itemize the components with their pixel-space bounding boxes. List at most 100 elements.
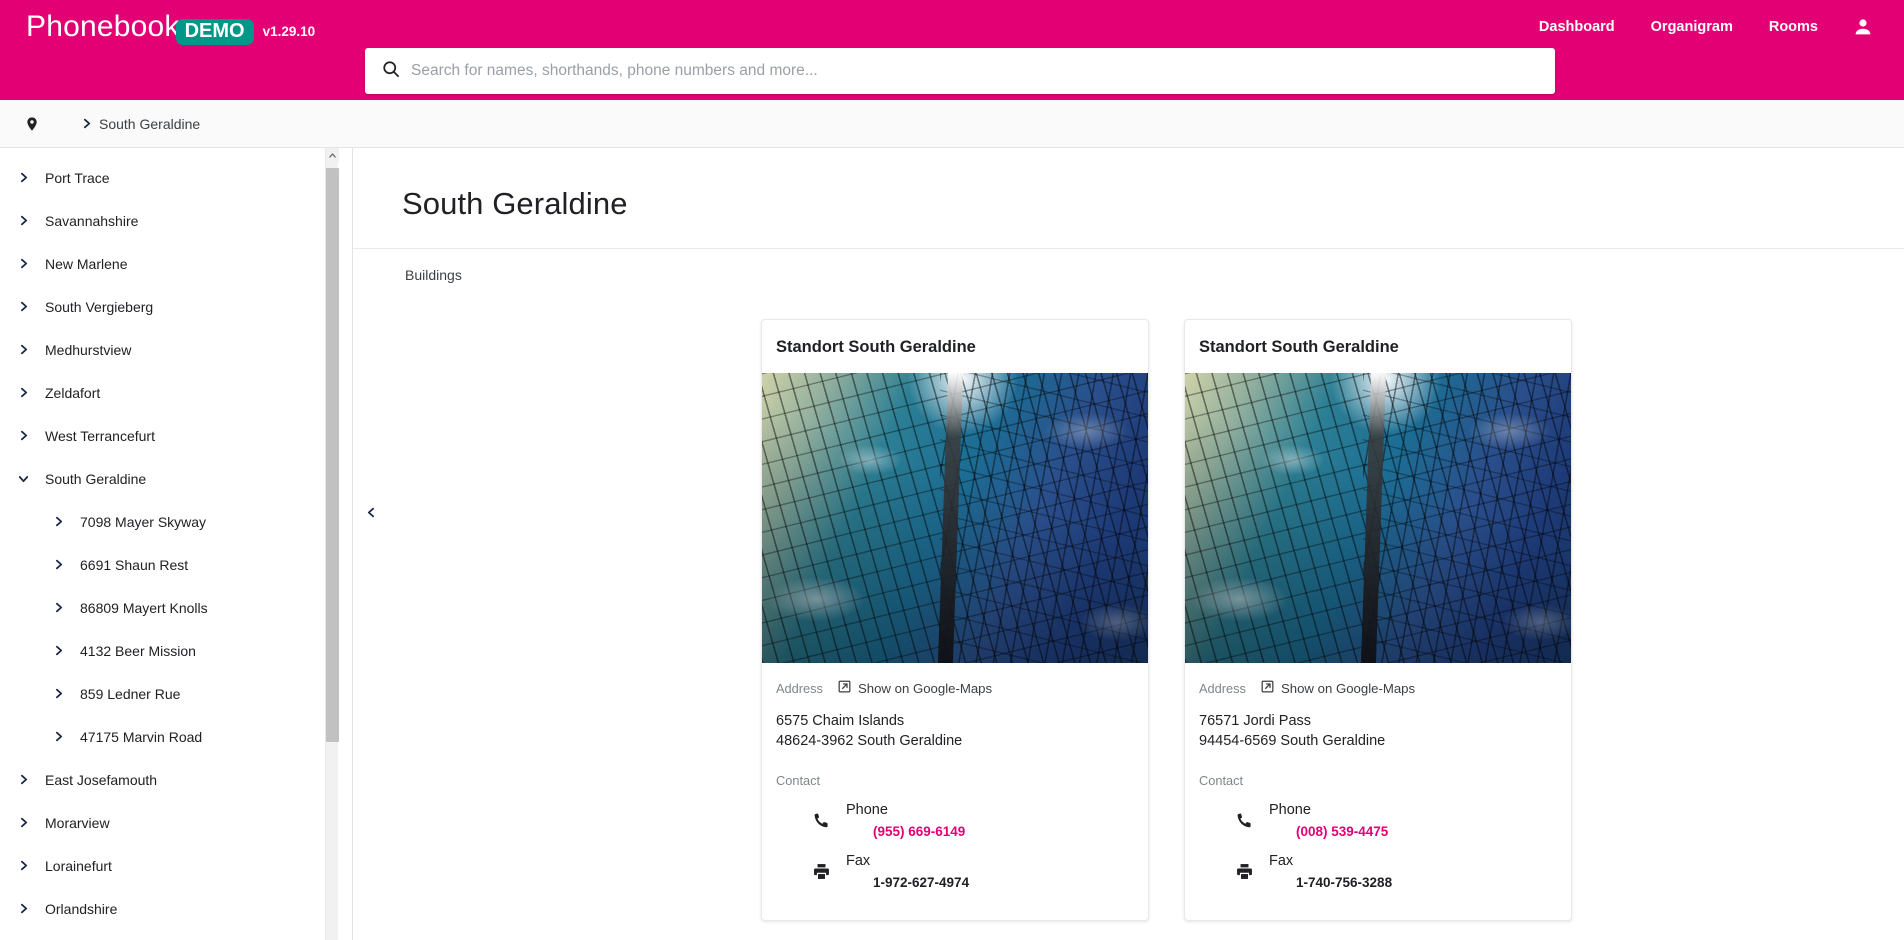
maps-link-label: Show on Google-Maps	[857, 680, 993, 696]
brand[interactable]: Phonebook DEMO v1.29.10	[26, 10, 316, 45]
tree-item[interactable]: Port Trace	[0, 156, 352, 199]
tree-item[interactable]: Savannahshire	[0, 199, 352, 242]
fax-label: Fax	[846, 853, 871, 869]
nav-item-rooms[interactable]: Rooms	[1751, 11, 1836, 43]
address-line-1: 6575 Chaim Islands	[776, 713, 905, 729]
building-card-body: Address Show on Google-Maps 6575 Chaim Isl…	[762, 663, 1148, 920]
chevron-left-icon	[365, 506, 378, 524]
search-icon	[381, 59, 401, 84]
phone-number[interactable]: (008) 539-4475	[1269, 824, 1388, 839]
tree-item[interactable]: South Vergieberg	[0, 285, 352, 328]
chevron-right-icon[interactable]	[10, 165, 36, 191]
tree-item[interactable]: Lorainefurt	[0, 844, 352, 887]
tree-item[interactable]: New Marlene	[0, 242, 352, 285]
address-label: Address	[1199, 680, 1246, 696]
contact-label: Contact	[1199, 773, 1244, 788]
tree-item-label: Orlandshire	[45, 900, 118, 917]
address-block: 76571 Jordi Pass 94454-6569 South Geraldi…	[1199, 711, 1557, 751]
search-input[interactable]	[411, 62, 1543, 80]
chevron-right-icon[interactable]	[10, 810, 36, 836]
search-band	[0, 48, 1904, 100]
show-on-google-maps-link[interactable]: Show on Google-Maps	[837, 679, 992, 697]
open-in-new-icon	[837, 679, 852, 697]
chevron-right-icon[interactable]	[10, 337, 36, 363]
chevron-right-icon[interactable]	[10, 896, 36, 922]
search-box[interactable]	[365, 48, 1555, 94]
sidebar-collapse-button[interactable]	[362, 501, 380, 529]
breadcrumb-item-south-geraldine[interactable]: South Geraldine	[99, 116, 200, 132]
address-line-2: 48624-3962 South Geraldine	[776, 733, 963, 749]
tree-item-label: 7098 Mayer Skyway	[80, 513, 207, 530]
tree-item-label: New Marlene	[45, 255, 128, 272]
tree-item[interactable]: 859 Ledner Rue	[0, 672, 352, 715]
fax-number: 1-972-627-4974	[873, 875, 970, 890]
printer-icon	[806, 857, 836, 887]
phone-icon	[806, 806, 836, 836]
chevron-right-icon[interactable]	[10, 251, 36, 277]
demo-badge: DEMO	[175, 19, 254, 45]
tree-item[interactable]: Orlandshire	[0, 887, 352, 930]
address-header: Address Show on Google-Maps	[776, 679, 1134, 697]
tree-item[interactable]: Zeldafort	[0, 371, 352, 414]
chevron-right-icon[interactable]	[45, 724, 71, 750]
tree-item-label: West Terrancefurt	[45, 427, 155, 444]
tree-item-label: 859 Ledner Rue	[80, 685, 181, 702]
nav-item-organigram[interactable]: Organigram	[1633, 11, 1751, 43]
chevron-right-icon[interactable]	[45, 552, 71, 578]
page-title: South Geraldine	[402, 186, 628, 221]
chevron-right-icon[interactable]	[45, 509, 71, 535]
fax-row: Fax 1-972-627-4974	[776, 853, 1134, 890]
chevron-right-icon[interactable]	[10, 294, 36, 320]
chevron-right-icon[interactable]	[10, 423, 36, 449]
phone-label: Phone	[1269, 802, 1311, 818]
chevron-down-icon[interactable]	[10, 466, 36, 492]
tree-item[interactable]: East Josefamouth	[0, 758, 352, 801]
tree-item[interactable]: 86809 Mayert Knolls	[0, 586, 352, 629]
tree-item[interactable]: Medhurstview	[0, 328, 352, 371]
chevron-up-icon[interactable]	[326, 148, 339, 162]
chevron-right-icon[interactable]	[45, 681, 71, 707]
breadcrumb: South Geraldine	[0, 100, 1904, 148]
sidebar-scrollbar[interactable]	[325, 148, 339, 940]
tree-item-label: 6691 Shaun Rest	[80, 556, 189, 573]
maps-link-label: Show on Google-Maps	[1280, 680, 1416, 696]
main-content: South Geraldine Buildings Standort South…	[353, 148, 1904, 940]
location-tree: Port Trace Savannahshire New Marlene South …	[0, 148, 352, 930]
building-photo	[1185, 373, 1571, 663]
location-pin-icon[interactable]	[20, 110, 44, 138]
phone-icon	[1229, 806, 1259, 836]
tree-item[interactable]: West Terrancefurt	[0, 414, 352, 457]
nav-item-dashboard[interactable]: Dashboard	[1521, 11, 1633, 43]
printer-icon	[1229, 857, 1259, 887]
tree-item[interactable]: 7098 Mayer Skyway	[0, 500, 352, 543]
chevron-right-icon[interactable]	[10, 853, 36, 879]
version-label: v1.29.10	[262, 24, 316, 39]
account-button[interactable]	[1844, 8, 1882, 46]
tree-item[interactable]: South Geraldine	[0, 457, 352, 500]
tab-bar: Buildings	[353, 249, 1904, 301]
fax-label: Fax	[1269, 853, 1294, 869]
fax-row: Fax 1-740-756-3288	[1199, 853, 1557, 890]
tree-item[interactable]: 6691 Shaun Rest	[0, 543, 352, 586]
tab-buildings[interactable]: Buildings	[391, 261, 476, 289]
app-title: Phonebook	[26, 10, 180, 43]
tree-item-label: Savannahshire	[45, 212, 139, 229]
show-on-google-maps-link[interactable]: Show on Google-Maps	[1260, 679, 1415, 697]
chevron-right-icon[interactable]	[10, 380, 36, 406]
top-navigation: Dashboard Organigram Rooms	[1521, 8, 1904, 46]
phone-number[interactable]: (955) 669-6149	[846, 824, 965, 839]
building-card-title: Standort South Geraldine	[1199, 338, 1399, 356]
chevron-right-icon[interactable]	[45, 595, 71, 621]
chevron-right-icon[interactable]	[45, 638, 71, 664]
tree-item[interactable]: 4132 Beer Mission	[0, 629, 352, 672]
tree-item[interactable]: Morarview	[0, 801, 352, 844]
chevron-right-icon[interactable]	[10, 208, 36, 234]
address-header: Address Show on Google-Maps	[1199, 679, 1557, 697]
building-card-list: Standort South Geraldine Address Show on G…	[353, 301, 1904, 921]
tree-item-label: 4132 Beer Mission	[80, 642, 196, 659]
chevron-right-icon[interactable]	[10, 767, 36, 793]
sidebar-scrollbar-thumb[interactable]	[326, 168, 339, 742]
page-layout: Port Trace Savannahshire New Marlene South …	[0, 148, 1904, 940]
tree-item-label: East Josefamouth	[45, 771, 158, 788]
tree-item[interactable]: 47175 Marvin Road	[0, 715, 352, 758]
